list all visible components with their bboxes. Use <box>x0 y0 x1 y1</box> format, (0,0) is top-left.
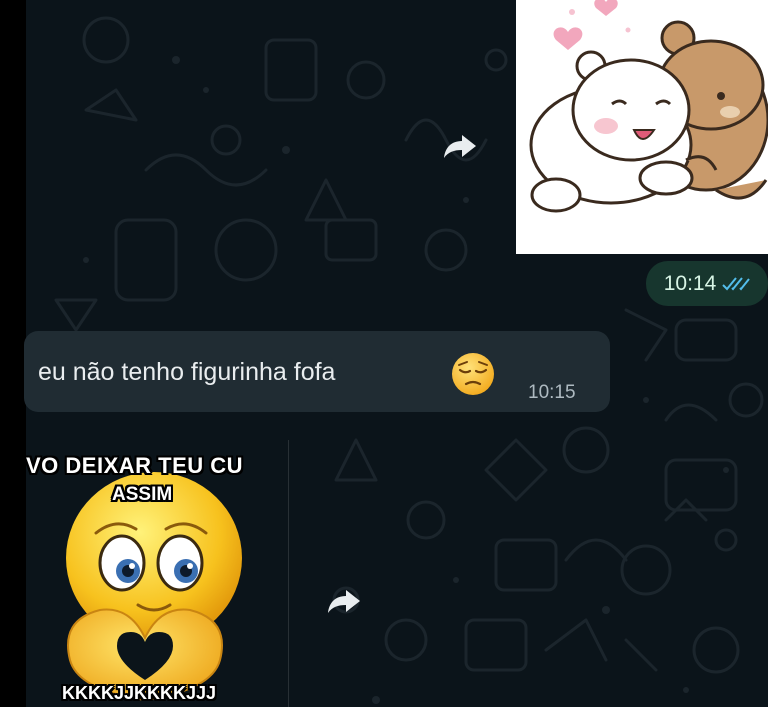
sent-time-text: 10:14 <box>663 271 717 295</box>
hugging-bears-illustration <box>529 0 768 213</box>
pensive-face-icon <box>452 353 494 395</box>
hug-sticker[interactable] <box>516 0 768 254</box>
forward-icon[interactable] <box>326 586 362 616</box>
sticker-caption-bottom: KKKKJJKKKKJJJ <box>62 683 217 703</box>
incoming-message-bubble[interactable]: eu não tenho figurinha fofa 10:15 <box>24 331 610 412</box>
forward-icon[interactable] <box>442 131 478 161</box>
sticker-caption-middle: ASSIM <box>112 484 173 505</box>
read-receipt-icon <box>722 276 751 290</box>
sent-timestamp: 10:14 <box>646 261 768 306</box>
message-text: eu não tenho figurinha fofa <box>38 358 336 386</box>
sticker-caption-top: VO DEIXAR TEU CU <box>26 453 244 478</box>
message-time: 10:15 <box>528 382 576 403</box>
